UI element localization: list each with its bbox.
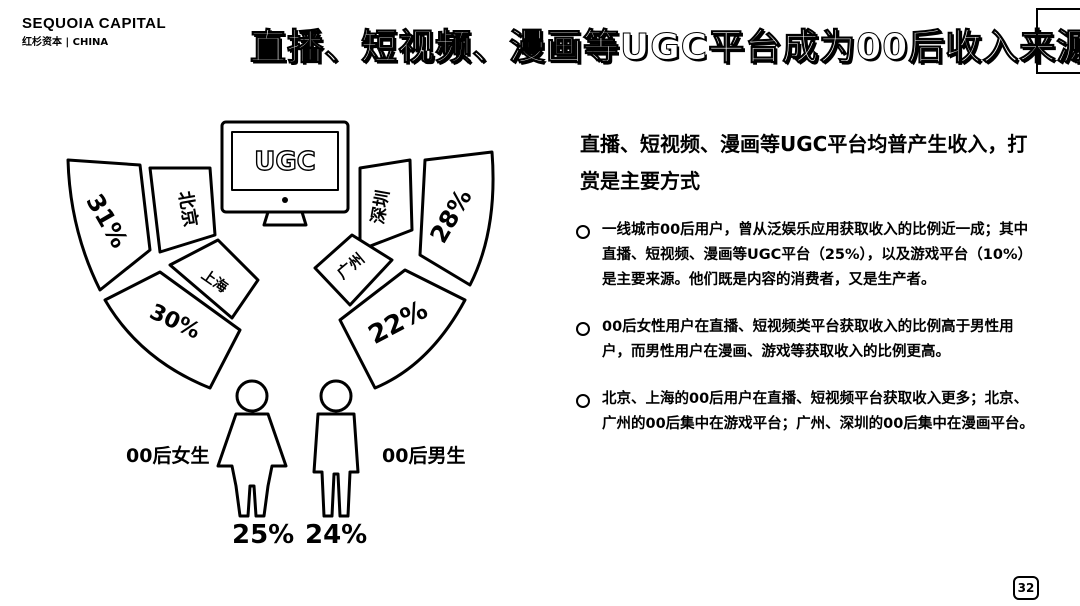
- male-head: [319, 379, 353, 413]
- female-body: [216, 412, 288, 518]
- bullet-list: 一线城市00后用户，曾从泛娱乐应用获取收入的比例近一成；其中直播、短视频、漫画等…: [572, 218, 1042, 459]
- bullet-text: 00后女性用户在直播、短视频类平台获取收入的比例高于男性用户，而男性用户在漫画、…: [602, 319, 1014, 360]
- female-head: [235, 379, 269, 413]
- female-label: 00后女生: [126, 445, 210, 467]
- page-number: 32: [1013, 576, 1039, 600]
- bullet-item: 一线城市00后用户，曾从泛娱乐应用获取收入的比例近一成；其中直播、短视频、漫画等…: [572, 218, 1042, 293]
- subtitle: 直播、短视频、漫画等UGC平台均普产生收入，打赏是主要方式: [580, 132, 1028, 193]
- bullet-dot-icon: [576, 322, 590, 336]
- bullet-text: 一线城市00后用户，曾从泛娱乐应用获取收入的比例近一成；其中直播、短视频、漫画等…: [602, 222, 1032, 288]
- monitor-power-dot: [282, 197, 288, 203]
- corner-box: [1036, 8, 1080, 74]
- bullet-dot-icon: [576, 394, 590, 408]
- bullet-dot-icon: [576, 225, 590, 239]
- male-label: 00后男生: [382, 445, 466, 467]
- bullet-text: 北京、上海的00后用户在直播、短视频平台获取收入更多；北京、广州的00后集中在游…: [602, 391, 1034, 432]
- female-pct: 25%: [232, 520, 295, 550]
- bullet-item: 北京、上海的00后用户在直播、短视频平台获取收入更多；北京、广州的00后集中在游…: [572, 387, 1042, 437]
- ugc-figure: UGC 31% 北京 上海 30% 深圳 28% 广州 22%: [66, 120, 495, 518]
- male-pct: 24%: [305, 520, 368, 550]
- monitor-label: UGC: [254, 147, 316, 177]
- bullet-item: 00后女性用户在直播、短视频类平台获取收入的比例高于男性用户，而男性用户在漫画、…: [572, 315, 1042, 365]
- male-body: [312, 412, 360, 518]
- monitor-stand: [262, 210, 308, 227]
